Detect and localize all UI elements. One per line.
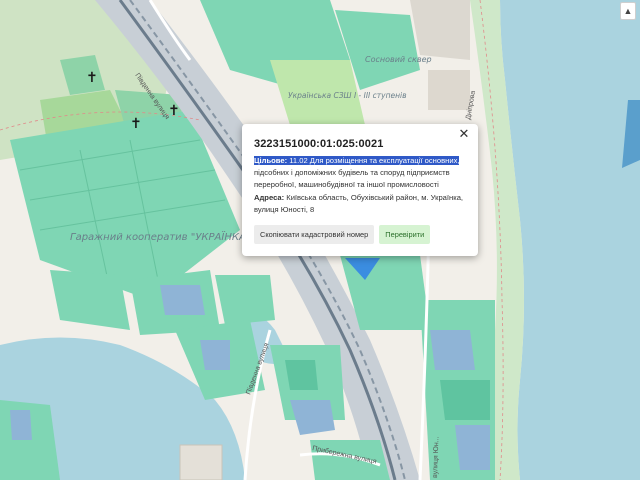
compass-north-button[interactable]: ▲ — [620, 2, 636, 20]
building-right — [428, 70, 470, 110]
parcel-res-dark — [285, 360, 318, 390]
address-label: Адреса: — [254, 193, 285, 202]
label-street-yunosti: вулиця Юн... — [432, 436, 440, 478]
cross-icon: ✝ — [130, 116, 142, 132]
parcel-blue-1 — [430, 330, 475, 370]
parcel-res-blue-2 — [200, 340, 230, 370]
parcel-green-dark — [440, 380, 490, 420]
cadastral-number: 3223151000:01:025:0021 — [254, 138, 384, 150]
address-text: Адреса: Київська область, Обухівський ра… — [254, 192, 466, 216]
label-garage: Гаражний кооператив "УКРАЇНКА-1" — [70, 230, 260, 243]
cross-icon: ✝ — [86, 70, 98, 86]
parcel-bottom-left-blue — [10, 410, 32, 440]
compass-north-icon: ▲ — [623, 6, 633, 16]
copy-cadastral-button[interactable]: Скопіювати кадастровий номер — [254, 225, 375, 244]
building-bottom — [179, 444, 223, 480]
label-park: Сосновий сквер — [365, 55, 432, 64]
popup-actions: Скопіювати кадастровий номер Перевірити — [254, 225, 466, 244]
address-value: Київська область, Обухівський район, м. … — [254, 193, 464, 214]
check-button[interactable]: Перевірити — [379, 225, 431, 244]
purpose-text: Цільове: 11.02 Для розміщення та експлуа… — [254, 155, 466, 191]
parcel-blue-2 — [455, 425, 490, 470]
parcel-info-popup: ✕ 3223151000:01:025:0021 Цільове: 11.02 … — [242, 124, 478, 256]
close-icon[interactable]: ✕ — [456, 127, 472, 143]
purpose-text-highlighted: 11.02 Для розміщення та експлуатації осн… — [289, 156, 460, 165]
label-school: Українська СЗШ І - ІІІ ступенів — [288, 91, 407, 100]
parcel-res-3 — [215, 275, 275, 325]
purpose-text-rest: підсобних і допоміжних будівель та спору… — [254, 168, 450, 189]
purpose-label: Цільове: — [254, 156, 288, 165]
parcel-res-blue — [160, 285, 205, 315]
